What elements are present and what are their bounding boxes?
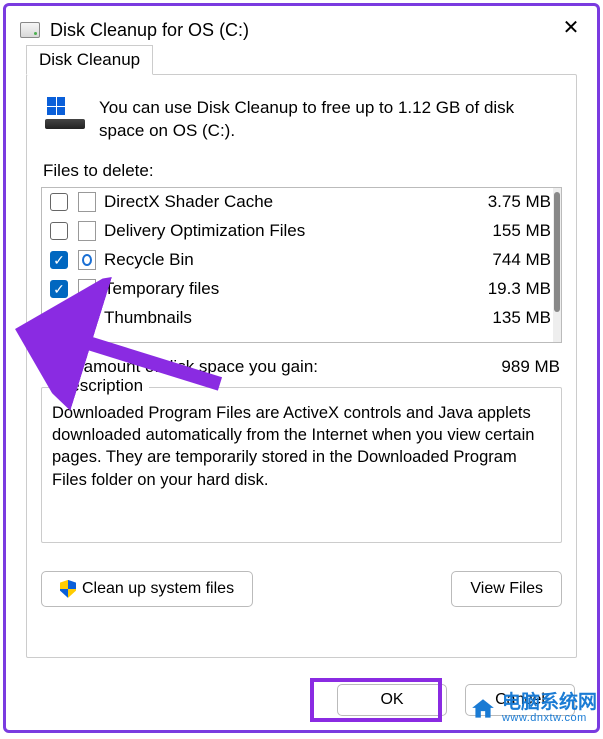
file-name: Delivery Optimization Files (104, 221, 461, 241)
titlebar: Disk Cleanup for OS (C:) ✕ (6, 6, 597, 50)
checkbox[interactable] (50, 193, 68, 211)
checkbox[interactable]: ✓ (50, 251, 68, 269)
action-row: Clean up system files View Files (41, 571, 562, 607)
list-item[interactable]: Delivery Optimization Files155 MB (42, 217, 561, 246)
watermark: 电脑系统网 www.dnxtw.com (468, 693, 597, 724)
file-name: DirectX Shader Cache (104, 192, 461, 212)
close-icon[interactable]: ✕ (559, 18, 583, 42)
house-icon (468, 696, 498, 722)
file-size: 155 MB (461, 221, 551, 241)
intro-text: You can use Disk Cleanup to free up to 1… (99, 97, 562, 143)
list-item[interactable]: DirectX Shader Cache3.75 MB (42, 188, 561, 217)
drive-icon (20, 22, 40, 38)
checkbox[interactable]: ✓ (50, 280, 68, 298)
watermark-text-cn: 电脑系统网 (502, 693, 597, 712)
scrollbar[interactable] (553, 188, 561, 342)
cleanup-icon (45, 97, 85, 133)
file-icon (78, 192, 96, 212)
file-icon (78, 221, 96, 241)
annotation-highlight (310, 678, 442, 722)
file-size: 3.75 MB (461, 192, 551, 212)
tab-disk-cleanup[interactable]: Disk Cleanup (26, 45, 153, 75)
total-value: 989 MB (501, 357, 560, 377)
shield-icon (60, 580, 76, 598)
intro-block: You can use Disk Cleanup to free up to 1… (45, 97, 562, 143)
window-title: Disk Cleanup for OS (C:) (50, 20, 559, 41)
file-size: 135 MB (461, 308, 551, 328)
files-to-delete-label: Files to delete: (43, 161, 562, 181)
view-files-button[interactable]: View Files (451, 571, 562, 607)
checkbox[interactable] (50, 222, 68, 240)
file-size: 744 MB (461, 250, 551, 270)
recycle-bin-icon (78, 250, 96, 270)
file-size: 19.3 MB (461, 279, 551, 299)
watermark-text-url: www.dnxtw.com (502, 712, 597, 724)
cleanup-system-files-button[interactable]: Clean up system files (41, 571, 253, 607)
dialog-window: Disk Cleanup for OS (C:) ✕ Disk Cleanup … (3, 3, 600, 733)
